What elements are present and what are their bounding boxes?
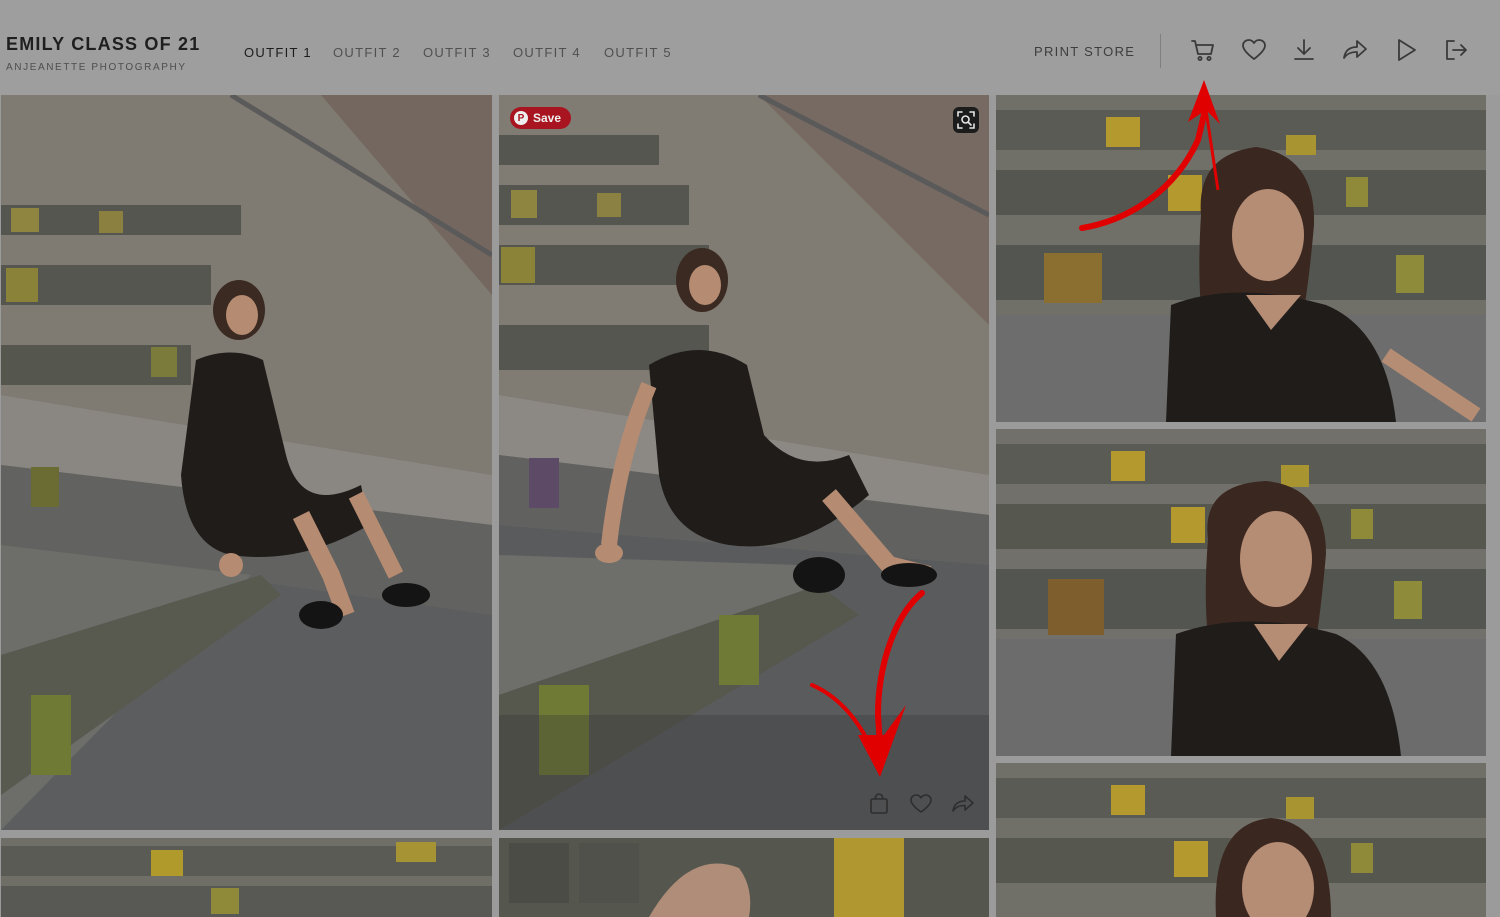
photo-1-image <box>1 95 492 830</box>
photo-3-image <box>996 95 1486 422</box>
photo-2-image <box>499 95 989 830</box>
visual-search-icon[interactable] <box>953 107 979 133</box>
nav-outfit-4[interactable]: OUTFIT 4 <box>513 45 581 60</box>
nav-outfit-3[interactable]: OUTFIT 3 <box>423 45 491 60</box>
gallery-photo-6[interactable] <box>1 838 492 917</box>
nav-outfit-2[interactable]: OUTFIT 2 <box>333 45 401 60</box>
shopping-bag-icon[interactable] <box>867 792 891 816</box>
photo-share-icon[interactable] <box>951 792 975 816</box>
gallery-photo-4[interactable] <box>996 429 1486 756</box>
slideshow-play-icon[interactable] <box>1393 37 1419 63</box>
print-store-link[interactable]: PRINT STORE <box>1034 44 1135 59</box>
pinterest-icon: P <box>514 111 528 125</box>
gallery-title[interactable]: EMILY CLASS OF 21 <box>6 34 200 55</box>
photo-5-image <box>996 763 1486 917</box>
photo-7-image <box>499 838 989 917</box>
gallery-photo-1[interactable] <box>1 95 492 830</box>
gallery-photo-2[interactable] <box>499 95 989 830</box>
gallery-photo-5[interactable] <box>996 763 1486 917</box>
gallery-photo-3[interactable] <box>996 95 1486 422</box>
photo-4-image <box>996 429 1486 756</box>
header-divider <box>1160 34 1161 68</box>
gallery-photo-7[interactable] <box>499 838 989 917</box>
heart-icon[interactable] <box>1241 37 1267 63</box>
pinterest-save-label: Save <box>533 111 562 125</box>
gallery-subtitle: ANJEANETTE PHOTOGRAPHY <box>6 62 187 73</box>
gallery-header: EMILY CLASS OF 21 ANJEANETTE PHOTOGRAPHY… <box>0 0 1500 95</box>
share-icon[interactable] <box>1342 37 1368 63</box>
photo-6-image <box>1 838 492 917</box>
download-icon[interactable] <box>1291 37 1317 63</box>
nav-outfit-1[interactable]: OUTFIT 1 <box>244 45 312 60</box>
photo-heart-icon[interactable] <box>909 792 933 816</box>
nav-outfit-5[interactable]: OUTFIT 5 <box>604 45 672 60</box>
exit-icon[interactable] <box>1443 37 1469 63</box>
pinterest-save-button[interactable]: P Save <box>510 107 572 129</box>
cart-icon[interactable] <box>1190 37 1216 63</box>
